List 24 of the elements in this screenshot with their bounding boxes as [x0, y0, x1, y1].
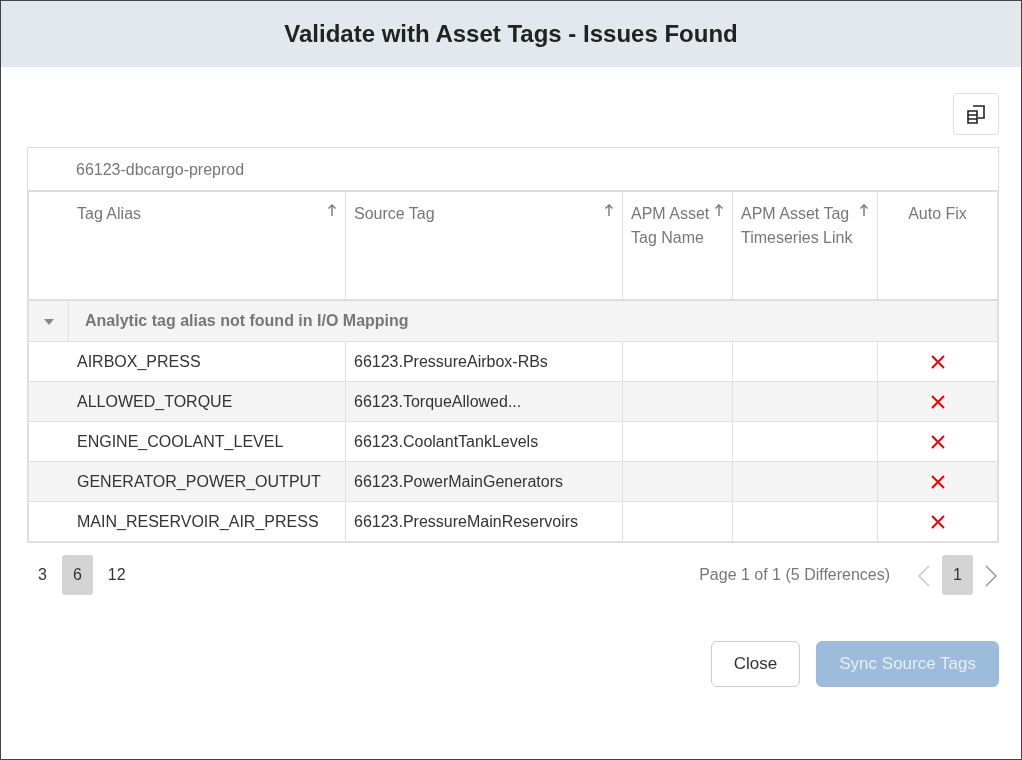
table-cell: AIRBOX_PRESS [28, 341, 346, 382]
page-size-option[interactable]: 6 [61, 555, 93, 595]
page-size-option[interactable]: 3 [27, 555, 58, 595]
table-cell: ENGINE_COOLANT_LEVEL [28, 421, 346, 462]
table-cell: MAIN_RESERVOIR_AIR_PRESS [28, 501, 346, 542]
page-size-option[interactable]: 12 [96, 555, 137, 595]
table-cell: 66123.PressureMainReservoirs [345, 501, 623, 542]
caret-down-icon [43, 318, 54, 325]
table-cell: 66123.CoolantTankLevels [345, 421, 623, 462]
group-label: Analytic tag alias not found in I/O Mapping [85, 310, 409, 331]
chevron-right-icon [985, 564, 997, 587]
dialog-title: Validate with Asset Tags - Issues Found [284, 19, 738, 49]
column-chooser-button[interactable] [953, 93, 999, 135]
table-cell: 66123.TorqueAllowed... [345, 381, 623, 422]
page-number[interactable]: 1 [942, 555, 973, 595]
grid-caption: 66123-dbcargo-preprod [28, 148, 998, 191]
panels-icon [965, 103, 987, 125]
table-cell: 66123.PowerMainGenerators [345, 461, 623, 502]
page-summary: Page 1 of 1 (5 Differences) [699, 565, 891, 585]
table-cell: 66123.PressureAirbox-RBs [345, 341, 623, 382]
close-button[interactable]: Close [710, 641, 801, 687]
table-cell: GENERATOR_POWER_OUTPUT [28, 461, 346, 502]
table-cell: ALLOWED_TORQUE [28, 381, 346, 422]
chevron-left-icon [918, 564, 931, 587]
